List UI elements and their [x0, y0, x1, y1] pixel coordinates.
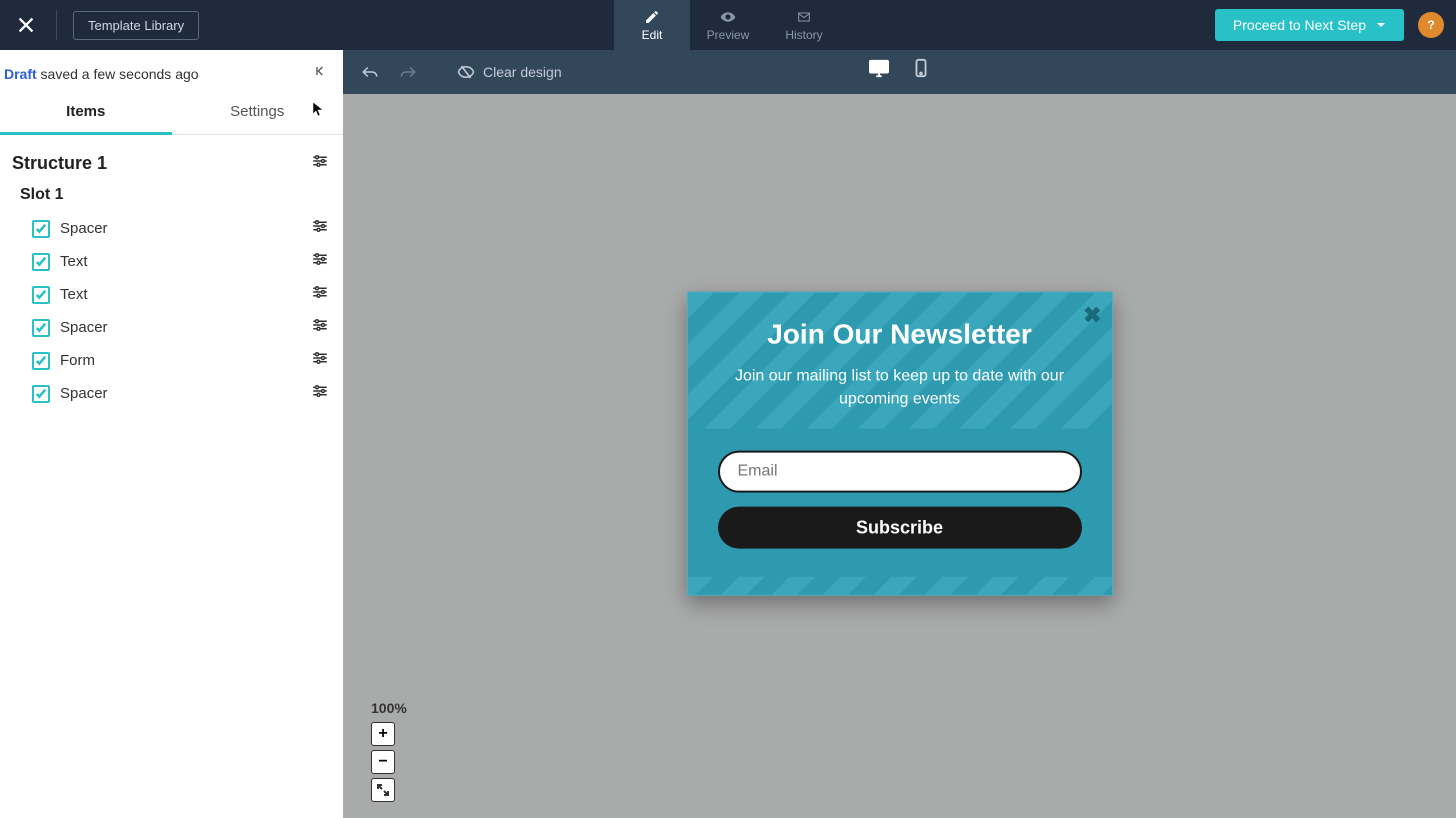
popup-close-button[interactable]: ✖	[1083, 303, 1101, 329]
item-label: Spacer	[60, 385, 108, 402]
item-label: Spacer	[60, 220, 108, 237]
item-checkbox[interactable]	[32, 319, 50, 337]
proceed-button[interactable]: Proceed to Next Step	[1215, 9, 1404, 41]
saved-ago: saved a few seconds ago	[37, 66, 199, 82]
redo-button[interactable]	[399, 64, 417, 80]
item-checkbox[interactable]	[32, 253, 50, 271]
item-settings-button[interactable]	[311, 218, 329, 239]
sidebar-tab-items[interactable]: Items	[0, 91, 172, 134]
mobile-icon	[910, 58, 932, 78]
slot-item[interactable]: Spacer	[12, 311, 329, 344]
item-checkbox[interactable]	[32, 385, 50, 403]
zoom-in-button[interactable]: +	[371, 722, 395, 746]
subscribe-button[interactable]: Subscribe	[718, 507, 1082, 549]
mobile-view-button[interactable]	[910, 58, 932, 83]
divider	[56, 10, 57, 40]
clear-design-button[interactable]: Clear design	[457, 64, 562, 80]
zoom-controls: 100% + −	[371, 700, 407, 802]
tab-edit-label: Edit	[642, 28, 663, 42]
eye-icon	[720, 9, 736, 25]
slot-item[interactable]: Text	[12, 245, 329, 278]
top-bar: Template Library Edit Preview History Pr…	[0, 0, 1456, 50]
zoom-out-button[interactable]: −	[371, 750, 395, 774]
tab-preview-label: Preview	[707, 28, 750, 42]
save-status: Draft saved a few seconds ago	[4, 66, 199, 82]
avatar[interactable]: ?	[1418, 12, 1444, 38]
undo-button[interactable]	[361, 64, 379, 80]
item-settings-button[interactable]	[311, 383, 329, 404]
cursor-icon	[311, 101, 325, 121]
item-settings-button[interactable]	[311, 284, 329, 305]
popup-footer-stripe	[688, 577, 1112, 595]
envelope-icon	[796, 9, 812, 25]
structure-settings-button[interactable]	[311, 153, 329, 174]
popup-title: Join Our Newsletter	[716, 319, 1084, 351]
left-sidebar: Draft saved a few seconds ago Items Sett…	[0, 50, 343, 818]
item-label: Text	[60, 253, 88, 270]
newsletter-popup: ✖ Join Our Newsletter Join our mailing l…	[687, 292, 1113, 596]
slot-item[interactable]: Form	[12, 344, 329, 377]
item-label: Text	[60, 286, 88, 303]
tab-history[interactable]: History	[766, 0, 842, 50]
slot-item[interactable]: Text	[12, 278, 329, 311]
close-button[interactable]	[12, 11, 40, 39]
tab-history-label: History	[785, 28, 822, 42]
item-settings-button[interactable]	[311, 251, 329, 272]
item-checkbox[interactable]	[32, 352, 50, 370]
redo-icon	[399, 64, 417, 80]
item-label: Spacer	[60, 319, 108, 336]
desktop-view-button[interactable]	[868, 58, 890, 83]
tab-edit[interactable]: Edit	[614, 0, 690, 50]
proceed-label: Proceed to Next Step	[1233, 17, 1366, 33]
draft-label: Draft	[4, 66, 37, 82]
slot-item[interactable]: Spacer	[12, 377, 329, 410]
tab-preview[interactable]: Preview	[690, 0, 766, 50]
template-library-button[interactable]: Template Library	[73, 11, 199, 40]
popup-subtitle: Join our mailing list to keep up to date…	[716, 365, 1084, 411]
desktop-icon	[868, 58, 890, 78]
device-switcher	[868, 58, 932, 83]
zoom-fit-button[interactable]	[371, 778, 395, 802]
slot-item[interactable]: Spacer	[12, 212, 329, 245]
structure-title: Structure 1	[12, 153, 107, 174]
zoom-level: 100%	[371, 700, 407, 716]
item-checkbox[interactable]	[32, 286, 50, 304]
sidebar-tab-settings[interactable]: Settings	[172, 91, 344, 134]
clear-icon	[457, 64, 475, 80]
clear-design-label: Clear design	[483, 64, 562, 80]
top-right: Proceed to Next Step ?	[1215, 9, 1444, 41]
undo-icon	[361, 64, 379, 80]
top-center-tabs: Edit Preview History	[614, 0, 842, 50]
design-canvas[interactable]: ✖ Join Our Newsletter Join our mailing l…	[343, 94, 1456, 818]
email-input[interactable]	[718, 451, 1082, 493]
item-checkbox[interactable]	[32, 220, 50, 238]
slot-title: Slot 1	[12, 186, 329, 204]
collapse-sidebar-button[interactable]	[313, 64, 329, 83]
pencil-icon	[644, 9, 660, 25]
chevron-down-icon	[1376, 20, 1386, 30]
item-settings-button[interactable]	[311, 350, 329, 371]
item-label: Form	[60, 352, 95, 369]
settings-tab-label: Settings	[230, 103, 284, 120]
item-settings-button[interactable]	[311, 317, 329, 338]
